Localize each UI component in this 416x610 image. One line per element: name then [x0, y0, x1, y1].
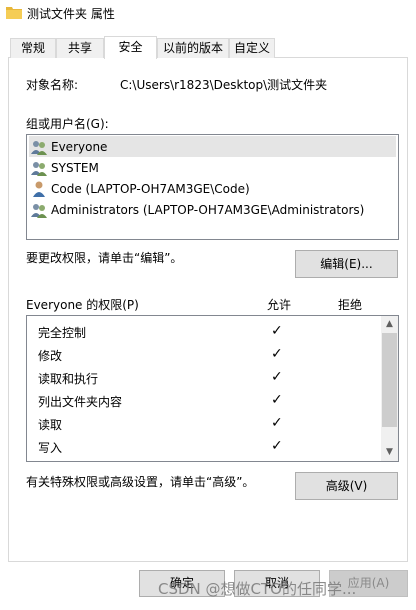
- window-title: 测试文件夹 属性: [27, 7, 115, 21]
- group-icon: [31, 140, 47, 155]
- group-icon: [31, 203, 47, 218]
- object-name-label: 对象名称:: [26, 78, 79, 92]
- permission-row: 写入 ✓: [27, 435, 383, 458]
- allow-check-icon: ✓: [271, 392, 283, 408]
- user-row-administrators[interactable]: Administrators (LAPTOP-OH7AM3GE\Administ…: [29, 199, 396, 220]
- permission-name: 列出文件夹内容: [38, 395, 123, 409]
- advanced-button[interactable]: 高级(V): [295, 472, 398, 500]
- group-icon: [31, 161, 47, 176]
- permission-name: 完全控制: [38, 326, 87, 340]
- tab-sharing[interactable]: 共享: [56, 38, 104, 58]
- user-row-system[interactable]: SYSTEM: [29, 157, 396, 178]
- permission-row: 读取和执行 ✓: [27, 366, 383, 389]
- permissions-label: Everyone 的权限(P): [26, 298, 139, 312]
- user-name: Code (LAPTOP-OH7AM3GE\Code): [51, 181, 250, 196]
- scroll-thumb[interactable]: [382, 333, 397, 427]
- deny-header: 拒绝: [338, 298, 363, 312]
- permission-row: 列出文件夹内容 ✓: [27, 389, 383, 412]
- allow-check-icon: ✓: [271, 323, 283, 339]
- user-name: Everyone: [51, 139, 108, 154]
- users-listbox[interactable]: Everyone SYSTEM Code (LAPTOP-OH7AM3GE\Co…: [26, 134, 399, 240]
- groups-label: 组或用户名(G):: [26, 117, 109, 131]
- tab-security[interactable]: 安全: [104, 36, 157, 59]
- permission-name: 读取和执行: [38, 372, 99, 386]
- scroll-down-icon[interactable]: ▼: [381, 444, 398, 461]
- permissions-scrollbar[interactable]: ▲ ▼: [381, 316, 398, 461]
- tab-general[interactable]: 常规: [10, 38, 56, 58]
- user-row-everyone[interactable]: Everyone: [29, 136, 396, 157]
- allow-check-icon: ✓: [271, 369, 283, 385]
- edit-hint: 要更改权限，请单击“编辑”。: [26, 251, 183, 265]
- folder-icon: [6, 7, 22, 19]
- user-name: Administrators (LAPTOP-OH7AM3GE\Administ…: [51, 202, 365, 217]
- title-bar: 测试文件夹 属性: [0, 0, 416, 26]
- allow-check-icon: ✓: [271, 346, 283, 362]
- user-name: SYSTEM: [51, 160, 99, 175]
- permission-row: 修改 ✓: [27, 343, 383, 366]
- user-icon: [33, 181, 45, 197]
- advanced-hint: 有关特殊权限或高级设置，请单击“高级”。: [26, 475, 255, 489]
- permission-name: 写入: [38, 441, 63, 455]
- scroll-up-icon[interactable]: ▲: [381, 316, 398, 333]
- permission-row: 完全控制 ✓: [27, 320, 383, 343]
- allow-check-icon: ✓: [271, 415, 283, 431]
- watermark-text: CSDN @想做CTO的任同学...: [158, 580, 357, 598]
- security-panel: 对象名称: C:\Users\r1823\Desktop\测试文件夹 组或用户名…: [8, 58, 408, 562]
- permission-row: 读取 ✓: [27, 412, 383, 435]
- allow-check-icon: ✓: [271, 438, 283, 454]
- permission-name: 读取: [38, 418, 63, 432]
- user-row-code[interactable]: Code (LAPTOP-OH7AM3GE\Code): [29, 178, 396, 199]
- allow-header: 允许: [267, 298, 292, 312]
- edit-button[interactable]: 编辑(E)...: [295, 250, 398, 278]
- permissions-listbox[interactable]: 完全控制 ✓ 修改 ✓ 读取和执行 ✓ 列出文件夹内容 ✓ 读取 ✓ 写入 ✓: [26, 315, 399, 462]
- object-name-value: C:\Users\r1823\Desktop\测试文件夹: [120, 78, 328, 92]
- tab-customize[interactable]: 自定义: [229, 38, 275, 58]
- tab-previous-versions[interactable]: 以前的版本: [157, 38, 229, 58]
- permission-name: 修改: [38, 349, 63, 363]
- tab-strip: 常规 共享 安全 以前的版本 自定义: [8, 36, 408, 59]
